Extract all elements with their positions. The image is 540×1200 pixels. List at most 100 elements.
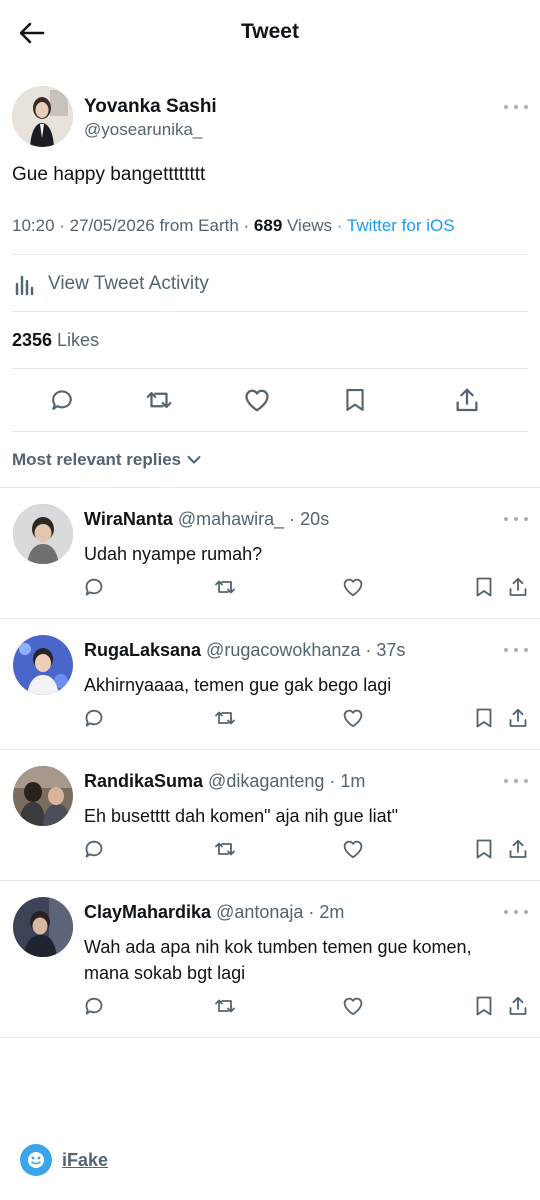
reply-avatar[interactable] bbox=[13, 504, 73, 564]
divider bbox=[12, 431, 528, 432]
reply-like-button[interactable] bbox=[340, 993, 366, 1019]
retweet-button[interactable] bbox=[141, 382, 177, 418]
activity-label: View Tweet Activity bbox=[48, 273, 209, 294]
reply-avatar[interactable] bbox=[13, 635, 73, 695]
reply-like-button[interactable] bbox=[340, 574, 366, 600]
retweet-icon bbox=[144, 385, 174, 415]
reply-share-button[interactable] bbox=[505, 836, 531, 862]
likes-summary[interactable]: 2356 Likes bbox=[12, 330, 99, 351]
ifake-brand-link[interactable]: iFake bbox=[20, 1144, 108, 1176]
reply-reply-button[interactable] bbox=[81, 705, 107, 731]
reply-text-line: Udah nyampe rumah? bbox=[84, 544, 263, 564]
reply-handle-time: @antonaja · 2m bbox=[211, 902, 345, 922]
reply-icon bbox=[82, 575, 106, 599]
reply-bookmark-button[interactable] bbox=[471, 705, 497, 731]
more-icon-dot bbox=[524, 105, 528, 109]
tweet-source-link[interactable]: · Twitter for iOS bbox=[337, 216, 455, 235]
author-handle[interactable]: @yosearunika_ bbox=[84, 120, 202, 140]
reply-handle-time: @dikaganteng · 1m bbox=[203, 771, 366, 791]
more-icon bbox=[504, 517, 508, 521]
reply-avatar[interactable] bbox=[13, 766, 73, 826]
reply-bookmark-button[interactable] bbox=[471, 993, 497, 1019]
reply-icon bbox=[82, 706, 106, 730]
divider bbox=[12, 311, 528, 312]
reply-text: Akhirnyaaaa, temen gue gak bego lagi bbox=[84, 672, 524, 698]
reply-reply-button[interactable] bbox=[81, 574, 107, 600]
reply-author-name[interactable]: WiraNanta bbox=[84, 509, 173, 529]
bookmark-icon bbox=[472, 837, 496, 861]
like-icon bbox=[341, 706, 365, 730]
reply-share-button[interactable] bbox=[505, 993, 531, 1019]
views-count: 689 bbox=[253, 216, 283, 235]
like-icon bbox=[341, 575, 365, 599]
reply-share-button[interactable] bbox=[505, 705, 531, 731]
bookmark-button[interactable] bbox=[337, 382, 373, 418]
reply-more-button[interactable] bbox=[504, 645, 528, 655]
share-icon bbox=[506, 994, 530, 1018]
reply-reply-button[interactable] bbox=[81, 993, 107, 1019]
reply-text: Wah ada apa nih kok tumben temen gue kom… bbox=[84, 934, 524, 986]
reply-author-name[interactable]: RandikaSuma bbox=[84, 771, 203, 791]
reply-text: Eh busetttt dah komen" aja nih gue liat" bbox=[84, 803, 524, 829]
tweet-meta: 10:20 · 27/05/2026 from Earth · 689 View… bbox=[12, 216, 455, 236]
more-icon bbox=[504, 648, 508, 652]
more-options-button[interactable] bbox=[504, 102, 528, 112]
more-icon bbox=[504, 910, 508, 914]
bookmark-icon bbox=[341, 386, 369, 414]
divider bbox=[12, 254, 528, 255]
reply-text-line: Eh busetttt dah komen" aja nih gue liat" bbox=[84, 806, 398, 826]
reply-text: Udah nyampe rumah? bbox=[84, 541, 524, 567]
replies-sort-button[interactable]: Most relevant replies bbox=[12, 450, 201, 470]
share-icon bbox=[452, 385, 482, 415]
share-icon bbox=[506, 706, 530, 730]
reply-text-line: Akhirnyaaaa, temen gue gak bego lagi bbox=[84, 675, 392, 695]
reply-retweet-button[interactable] bbox=[212, 993, 238, 1019]
reply-retweet-button[interactable] bbox=[212, 574, 238, 600]
like-icon bbox=[341, 837, 365, 861]
author-name[interactable]: Yovanka Sashi bbox=[84, 96, 217, 118]
more-icon bbox=[504, 105, 508, 109]
reply-author-name[interactable]: RugaLaksana bbox=[84, 640, 201, 660]
reply-item[interactable]: RandikaSuma @dikaganteng · 1m Eh busettt… bbox=[0, 750, 540, 880]
like-icon bbox=[341, 994, 365, 1018]
likes-label: Likes bbox=[52, 330, 100, 350]
author-avatar[interactable] bbox=[12, 86, 73, 147]
reply-handle-time: @rugacowokhanza · 37s bbox=[201, 640, 406, 660]
divider bbox=[12, 368, 528, 369]
reply-retweet-button[interactable] bbox=[212, 705, 238, 731]
reply-button[interactable] bbox=[44, 382, 80, 418]
reply-more-button[interactable] bbox=[504, 907, 528, 917]
page-title: Tweet bbox=[241, 20, 299, 43]
retweet-icon bbox=[213, 837, 237, 861]
more-icon-dot bbox=[524, 779, 528, 783]
reply-reply-button[interactable] bbox=[81, 836, 107, 862]
reply-like-button[interactable] bbox=[340, 705, 366, 731]
reply-share-button[interactable] bbox=[505, 574, 531, 600]
reply-header: WiraNanta @mahawira_ · 20s bbox=[84, 509, 329, 530]
ifake-logo-icon bbox=[20, 1144, 52, 1176]
like-button[interactable] bbox=[239, 382, 275, 418]
reply-author-name[interactable]: ClayMahardika bbox=[84, 902, 211, 922]
reply-more-button[interactable] bbox=[504, 776, 528, 786]
views-label: Views bbox=[282, 216, 337, 235]
reply-bookmark-button[interactable] bbox=[471, 836, 497, 862]
view-tweet-activity-button[interactable]: View Tweet Activity bbox=[12, 268, 209, 300]
more-icon-dot bbox=[514, 910, 518, 914]
tweet-timestamp: 10:20 · 27/05/2026 from Earth · bbox=[12, 216, 254, 235]
reply-more-button[interactable] bbox=[504, 514, 528, 524]
reply-like-button[interactable] bbox=[340, 836, 366, 862]
reply-bookmark-button[interactable] bbox=[471, 574, 497, 600]
more-icon-dot bbox=[524, 517, 528, 521]
retweet-icon bbox=[213, 575, 237, 599]
reply-item[interactable]: WiraNanta @mahawira_ · 20s Udah nyampe r… bbox=[0, 488, 540, 618]
reply-header: RugaLaksana @rugacowokhanza · 37s bbox=[84, 640, 405, 661]
share-icon bbox=[506, 837, 530, 861]
share-button[interactable] bbox=[449, 382, 485, 418]
reply-item[interactable]: ClayMahardika @antonaja · 2m Wah ada apa… bbox=[0, 881, 540, 1037]
more-icon bbox=[504, 779, 508, 783]
reply-retweet-button[interactable] bbox=[212, 836, 238, 862]
reply-item[interactable]: RugaLaksana @rugacowokhanza · 37s Akhirn… bbox=[0, 619, 540, 749]
top-bar: Tweet bbox=[0, 0, 540, 66]
divider bbox=[0, 1037, 540, 1038]
reply-avatar[interactable] bbox=[13, 897, 73, 957]
